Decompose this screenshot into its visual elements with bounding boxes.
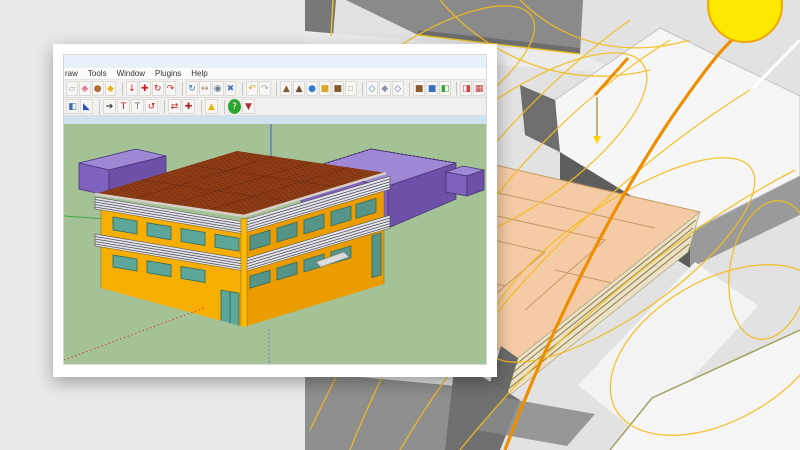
plugin-tool-icon[interactable]: ✚ [182,99,195,114]
menu-bar: raw Tools Window Plugins Help [64,68,486,80]
menu-draw-partial[interactable]: raw [65,69,78,78]
axes-figure-icon[interactable]: ▲ [205,99,218,114]
toolbar-separator [453,82,458,96]
walk-tool-icon[interactable]: ▲ [280,81,292,96]
plugin-text-red-icon[interactable]: T [117,99,130,114]
toolbar-separator [359,82,364,96]
sun-icon [708,0,782,42]
plugin-swirl-icon[interactable]: ↺ [145,99,158,114]
twg-export-icon[interactable]: ▼ [242,99,255,114]
plugin-text-gray-icon[interactable]: T [131,99,144,114]
report-table-icon[interactable]: ▦ [473,81,485,96]
make-component-icon[interactable]: ● [92,81,104,96]
pan-tool-icon[interactable]: ↔ [199,81,211,96]
toolbar-separator [238,82,243,96]
toolbar-separator [406,82,411,96]
screenshot-card: rawToolsWindowPluginsHelp ▱◆●◆↓✚↻↷↻↔◉✖↶↷… [53,44,497,377]
share-model-icon[interactable]: ■ [332,81,344,96]
model-canvas[interactable] [64,116,487,365]
toolbar-separator [118,82,123,96]
zoom-tool-icon[interactable]: ◉ [212,81,224,96]
sun-highlight-streak [753,40,800,88]
plugin-paths-icon[interactable]: ⇄ [168,99,181,114]
toolbar-separator [160,100,165,114]
google-earth-icon[interactable]: ● [306,81,318,96]
menu-plugins[interactable]: Plugins [155,69,181,78]
push-pull-icon[interactable]: ↓ [126,81,138,96]
rectangle-tool-icon[interactable]: ▱ [66,81,78,96]
eraser-tool-icon[interactable]: ◆ [79,81,91,96]
sketchup-window: rawToolsWindowPluginsHelp ▱◆●◆↓✚↻↷↻↔◉✖↶↷… [63,54,487,365]
toolbar-separator [273,82,278,96]
zoom-extents-icon[interactable]: ✖ [225,81,237,96]
menu-tools[interactable]: Tools [88,69,107,78]
toolbar-separator [95,100,100,114]
model-info-icon[interactable]: ▫ [345,81,357,96]
plugin-cube-icon[interactable]: ◧ [66,99,79,114]
shaded-view-icon[interactable]: ■ [413,81,425,96]
viewport-sky [64,116,487,124]
menu-window[interactable]: Window [117,69,145,78]
context-building-small [446,166,484,196]
next-view-icon[interactable]: ↷ [259,81,271,96]
hidden-line-icon[interactable]: ◆ [379,81,391,96]
textured-view-icon[interactable]: ■ [426,81,438,96]
position-camera-icon[interactable]: ▲ [293,81,305,96]
rotate-tool-icon[interactable]: ↻ [152,81,164,96]
paint-bucket-icon[interactable]: ◆ [105,81,117,96]
previous-view-icon[interactable]: ↶ [246,81,258,96]
model-viewport[interactable] [64,116,486,365]
xray-mode-icon[interactable]: ◇ [366,81,378,96]
building-corner-column [241,218,247,329]
plugin-upright-icon[interactable]: ◣ [80,99,93,114]
move-tool-icon[interactable]: ✚ [139,81,151,96]
toolbar-separator [178,82,183,96]
help-button-icon[interactable]: ? [228,99,241,114]
monochrome-view-icon[interactable]: ◧ [439,81,451,96]
get-models-icon[interactable]: ■ [319,81,331,96]
follow-me-icon[interactable]: ↷ [165,81,177,96]
iso-view-icon[interactable]: ◨ [460,81,472,96]
menu-help[interactable]: Help [191,69,207,78]
toolbar-separator [220,100,225,114]
plugin-select-icon[interactable]: ➔ [103,99,116,114]
window-title-bar[interactable] [64,55,486,68]
orbit-tool-icon[interactable]: ↻ [186,81,198,96]
toolbar-row-1: ▱◆●◆↓✚↻↷↻↔◉✖↶↷▲▲●■■▫◇◆◇■■◧◨▦ [64,80,486,98]
toolbar-row-2: ◧◣➔TT↺⇄✚▲?▼ [64,98,486,116]
wireframe-icon[interactable]: ◇ [392,81,404,96]
toolbar-separator [197,100,202,114]
